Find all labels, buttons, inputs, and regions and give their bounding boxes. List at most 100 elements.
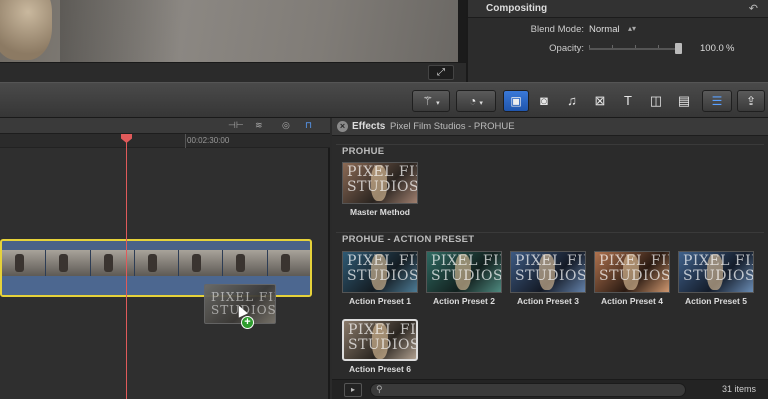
magic-wand-icon: ⚚ xyxy=(422,94,434,108)
item-count: 31 items xyxy=(721,384,756,394)
effect-thumbnail: PIXEL FILM STUDIOS xyxy=(678,251,754,293)
effects-footer: ▸ ⚲ 31 items xyxy=(332,379,768,399)
subject-figure xyxy=(0,0,52,60)
effect-thumbnail: PIXEL FILM STUDIOS xyxy=(342,162,418,204)
slider-tick xyxy=(589,45,590,48)
opacity-slider[interactable] xyxy=(589,43,682,54)
toolbar: ⚚ ▾ ◔ ▾ ▣ ◙ ♫ ⊠ T ◫ ▤ ☰ ⇪ xyxy=(0,82,768,118)
effect-item-action-preset-5[interactable]: PIXEL FILM STUDIOS Action Preset 5 xyxy=(678,251,754,306)
ruler-timecode: 00:02:30:00 xyxy=(187,136,230,145)
effects-browser-icon: ▣ xyxy=(510,94,522,108)
slider-tick xyxy=(658,45,659,48)
dropdown-arrow-icon: ▾ xyxy=(479,100,483,107)
opacity-label: Opacity: xyxy=(549,43,584,54)
solo-icon[interactable]: ◎ xyxy=(282,120,290,131)
thumb-text: PIXEL FILM STUDIOS xyxy=(348,322,418,353)
effects-browser: × Effects Pixel Film Studios - PROHUE PR… xyxy=(332,118,768,399)
effects-search-field[interactable]: ⚲ xyxy=(370,383,686,397)
clip-frame xyxy=(134,250,180,276)
opacity-slider-knob[interactable] xyxy=(675,43,682,54)
share-button[interactable]: ⇪ xyxy=(737,90,765,112)
effect-thumbnail: PIXEL FILM STUDIOS xyxy=(426,251,502,293)
section-divider xyxy=(336,144,764,145)
section-title-prohue: PROHUE xyxy=(342,146,385,157)
effect-thumbnail: PIXEL FILM STUDIOS xyxy=(342,319,418,361)
clip-frame xyxy=(179,250,224,276)
generators-icon[interactable]: ◫ xyxy=(644,90,668,112)
blend-mode-label: Blend Mode: xyxy=(530,24,584,35)
retime-speedometer-icon: ◔ xyxy=(469,94,477,108)
effect-thumbnail: PIXEL FILM STUDIOS xyxy=(594,251,670,293)
themes-icon[interactable]: ▤ xyxy=(672,90,696,112)
effects-title: Effects xyxy=(352,121,386,132)
transitions-icon[interactable]: ⊠ xyxy=(588,90,612,112)
effect-item-master-method[interactable]: PIXEL FILM STUDIOS Master Method xyxy=(342,162,418,217)
search-icon: ⚲ xyxy=(376,384,383,394)
effect-thumbnail: PIXEL FILM STUDIOS xyxy=(342,251,418,293)
video-preview[interactable] xyxy=(0,0,458,62)
opacity-value[interactable]: 100.0 xyxy=(700,43,724,54)
viewer-bar xyxy=(0,62,466,82)
thumb-text: PIXEL FILM STUDIOS xyxy=(515,253,586,284)
clip-frame xyxy=(46,250,91,276)
thumb-text: PIXEL FILM STUDIOS xyxy=(431,253,502,284)
blend-mode-row: Blend Mode: Normal ▴▾ xyxy=(468,21,768,39)
playhead-line[interactable] xyxy=(126,134,127,399)
photos-icon[interactable]: ◙ xyxy=(532,90,556,112)
expand-arrows-icon: ⤢ xyxy=(437,67,445,78)
inspector-panel: Compositing ↶ Blend Mode: Normal ▴▾ Opac… xyxy=(466,0,768,82)
slider-tick xyxy=(635,45,636,48)
thumb-text: PIXEL FILM STUDIOS xyxy=(347,164,418,195)
music-icon[interactable]: ♫ xyxy=(560,90,584,112)
opacity-row: Opacity: 100.0 % xyxy=(468,40,768,58)
close-icon[interactable]: × xyxy=(337,121,348,132)
effect-thumbnail: PIXEL FILM STUDIOS xyxy=(510,251,586,293)
enhance-menu-button[interactable]: ⚚ ▾ xyxy=(412,90,450,112)
sliders-icon: ☰ xyxy=(711,94,723,108)
effect-name: Action Preset 5 xyxy=(685,296,747,306)
audio-skimming-icon[interactable]: ≋ xyxy=(255,120,263,131)
effect-item-action-preset-3[interactable]: PIXEL FILM STUDIOS Action Preset 3 xyxy=(510,251,586,306)
timeline-ruler[interactable]: 00:02:30:00 xyxy=(0,134,330,148)
skimming-icon[interactable]: ⊣⊢ xyxy=(228,120,244,131)
inspector-toggle-button[interactable]: ☰ xyxy=(702,90,732,112)
clip-frame xyxy=(2,250,47,276)
slider-tick xyxy=(612,45,613,48)
viewer xyxy=(0,0,466,62)
fullscreen-button[interactable]: ⤢ xyxy=(428,65,454,80)
clip-filmstrip xyxy=(2,250,310,276)
effect-item-action-preset-6[interactable]: PIXEL FILM STUDIOS Action Preset 6 xyxy=(342,319,418,374)
add-plus-icon: + xyxy=(241,316,254,329)
effect-name: Action Preset 2 xyxy=(433,296,495,306)
effect-item-action-preset-4[interactable]: PIXEL FILM STUDIOS Action Preset 4 xyxy=(594,251,670,306)
effect-name: Action Preset 1 xyxy=(349,296,411,306)
clip-frame xyxy=(90,250,135,276)
effects-header: × Effects Pixel Film Studios - PROHUE xyxy=(332,118,768,136)
thumb-text: PIXEL FILM STUDIOS xyxy=(683,253,754,284)
share-icon: ⇪ xyxy=(745,94,757,108)
effect-item-action-preset-1[interactable]: PIXEL FILM STUDIOS Action Preset 1 xyxy=(342,251,418,306)
titles-icon[interactable]: T xyxy=(616,90,640,112)
frame-shadow xyxy=(60,0,180,62)
effect-name: Action Preset 6 xyxy=(349,364,411,374)
sidebar-toggle-button[interactable]: ▸ xyxy=(344,383,362,397)
dropdown-arrow-icon: ▾ xyxy=(436,100,440,107)
compositing-header[interactable]: Compositing ↶ xyxy=(468,0,768,18)
timeline[interactable]: ⊣⊢ ≋ ◎ ⊓ 00:02:30:00 PIXEL FILM STUDIOS … xyxy=(0,118,330,399)
opacity-unit: % xyxy=(726,43,735,54)
effect-name: Action Preset 4 xyxy=(601,296,663,306)
blend-mode-select[interactable]: Normal xyxy=(589,24,620,35)
updown-chevron-icon[interactable]: ▴▾ xyxy=(628,24,636,33)
effect-name: Action Preset 3 xyxy=(517,296,579,306)
section-divider xyxy=(336,232,764,233)
section-title-action-preset: PROHUE - ACTION PRESET xyxy=(342,234,475,245)
reset-arrow-icon[interactable]: ↶ xyxy=(749,2,758,15)
thumb-text: PIXEL FILM STUDIOS xyxy=(599,253,670,284)
snapping-icon[interactable]: ⊓ xyxy=(305,120,312,131)
effect-item-action-preset-2[interactable]: PIXEL FILM STUDIOS Action Preset 2 xyxy=(426,251,502,306)
clip-frame xyxy=(267,250,310,276)
compositing-title: Compositing xyxy=(486,3,548,14)
effects-browser-button[interactable]: ▣ xyxy=(503,90,529,112)
clip-frame xyxy=(223,250,268,276)
retime-menu-button[interactable]: ◔ ▾ xyxy=(456,90,496,112)
